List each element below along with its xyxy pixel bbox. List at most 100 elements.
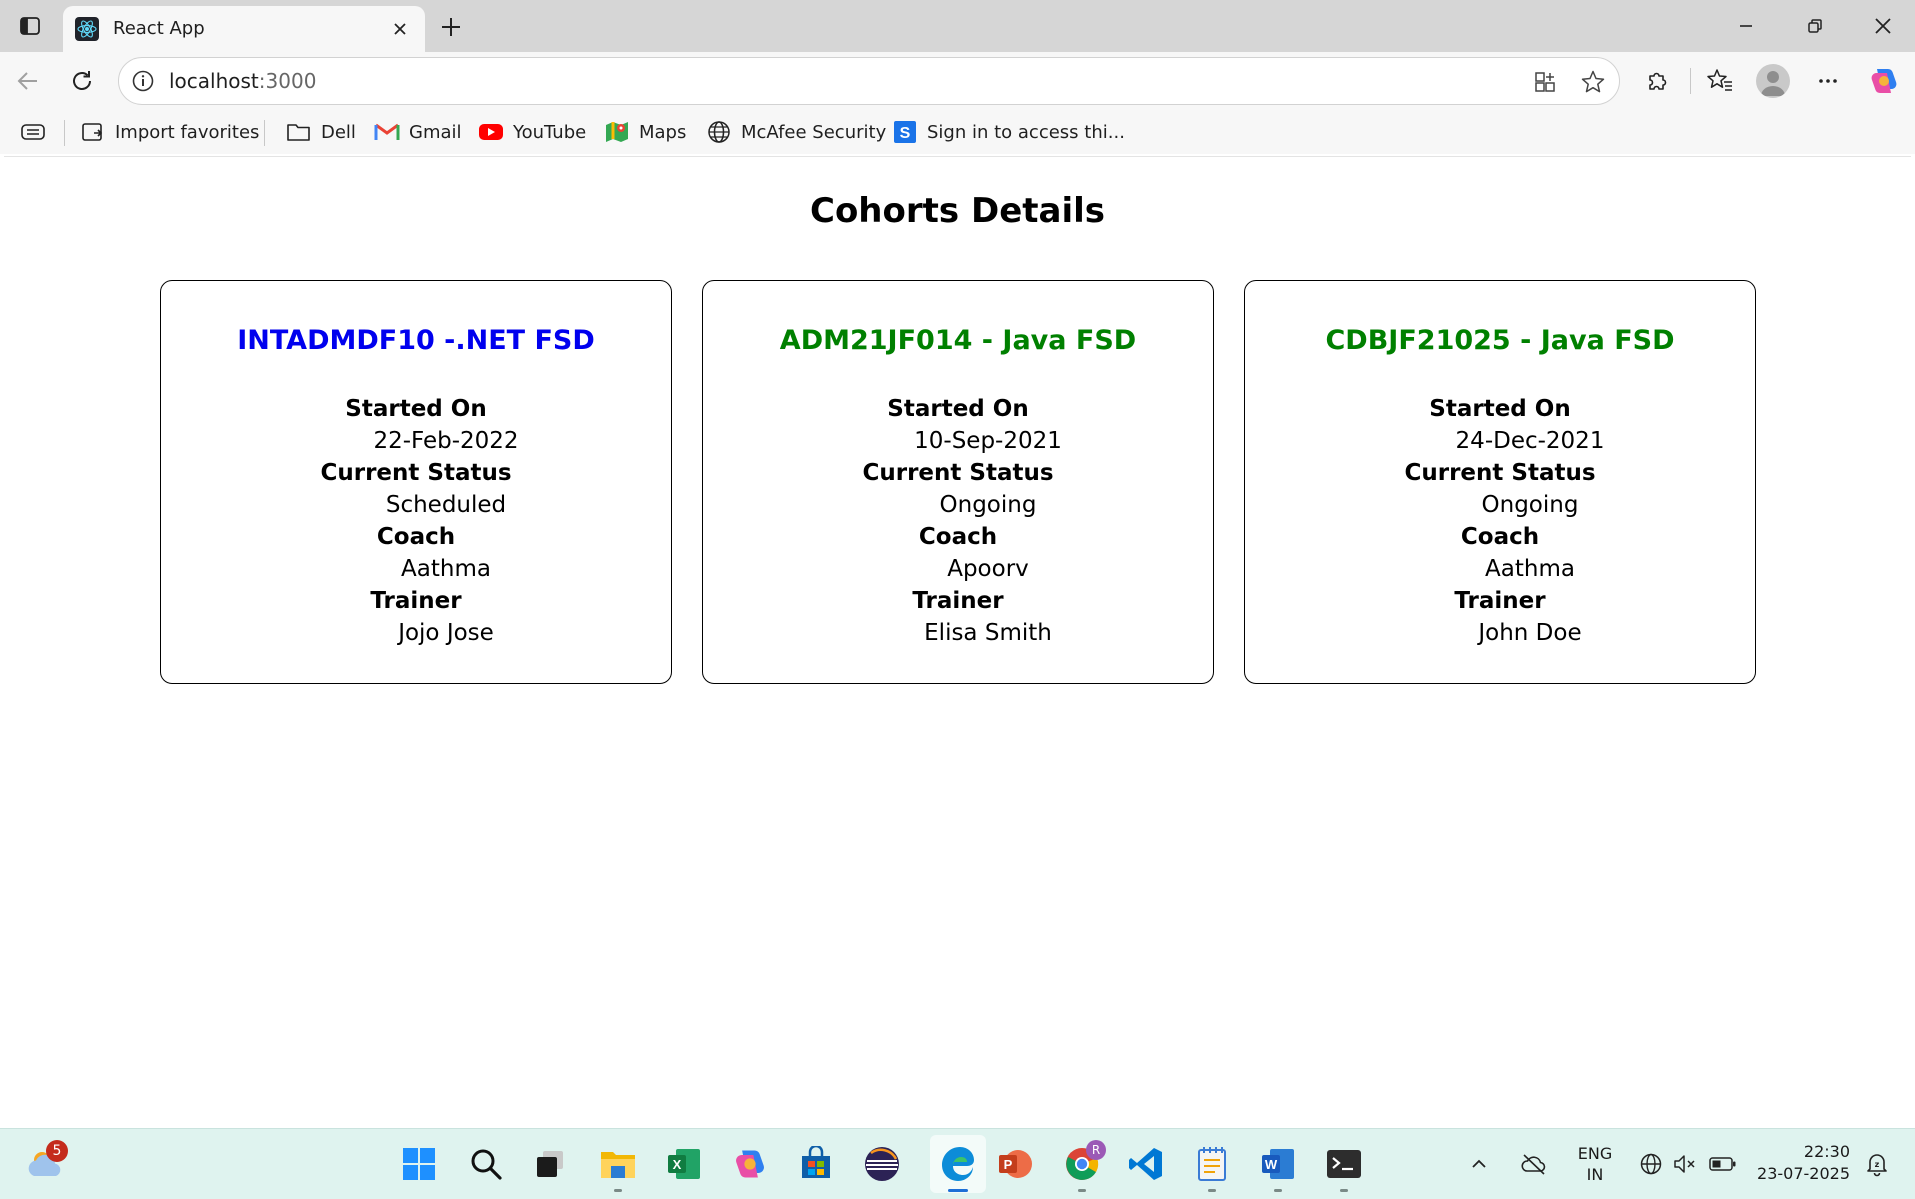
task-view-icon <box>537 1151 563 1177</box>
fav-dell[interactable]: Dell <box>286 118 356 146</box>
favorites-star-list-icon <box>1707 69 1732 91</box>
coach-label: Coach <box>1460 524 1540 550</box>
file-explorer-button[interactable] <box>594 1140 642 1192</box>
sign-in-icon: S <box>892 119 918 145</box>
profile-badge: R <box>1086 1140 1106 1160</box>
restore-button[interactable] <box>1783 6 1847 46</box>
window-close-button[interactable] <box>1851 6 1915 46</box>
url-port: :3000 <box>258 69 317 93</box>
battery-icon <box>1709 1157 1736 1171</box>
browser-tab[interactable]: React App <box>63 6 425 52</box>
arrow-left-icon <box>17 72 37 90</box>
fav-youtube[interactable]: YouTube <box>478 118 586 146</box>
coach-label: Coach <box>918 524 998 550</box>
network-button[interactable] <box>1636 1140 1666 1188</box>
volume-muted-icon <box>1674 1155 1695 1173</box>
copilot-button[interactable] <box>1864 61 1904 101</box>
cloud-offline-icon <box>1521 1154 1546 1175</box>
powerpoint-button[interactable]: P <box>991 1140 1039 1188</box>
puzzle-icon <box>1649 72 1667 90</box>
svg-text:P: P <box>1004 1157 1013 1172</box>
fav-import-favorites[interactable]: Import favorites <box>80 118 259 146</box>
refresh-button[interactable] <box>62 61 102 101</box>
favorites-bar: Import favorites Dell Gmail YouTube Maps… <box>0 110 1915 154</box>
volume-button[interactable] <box>1670 1140 1700 1188</box>
input-language-indicator[interactable]: ENG IN <box>1566 1143 1624 1185</box>
page-viewport: Cohorts Details INTADMDF10 -.NET FSD Sta… <box>4 156 1911 1123</box>
coach-value: Apoorv <box>947 556 1029 582</box>
cohort-name: ADM21JF014 - Java FSD <box>779 325 1137 356</box>
terminal-button[interactable] <box>1320 1140 1368 1192</box>
edge-button[interactable] <box>934 1140 982 1192</box>
youtube-icon <box>478 119 504 145</box>
weather-widget[interactable]: 5 <box>22 1140 70 1188</box>
refresh-icon <box>73 71 91 90</box>
close-icon <box>1875 18 1891 34</box>
minimize-button[interactable] <box>1714 6 1778 46</box>
show-hidden-icons-button[interactable] <box>1464 1140 1494 1188</box>
clock-time: 22:30 <box>1803 1142 1850 1161</box>
trainer-value: John Doe <box>1478 620 1582 646</box>
fav-label: Import favorites <box>115 121 260 143</box>
battery-button[interactable] <box>1706 1140 1740 1188</box>
tab-title: React App <box>113 18 205 39</box>
fav-gmail[interactable]: Gmail <box>374 118 462 146</box>
search-button[interactable] <box>462 1140 510 1188</box>
maps-icon <box>604 119 630 145</box>
fav-label: Maps <box>639 121 687 143</box>
copilot-app-button[interactable] <box>726 1140 774 1188</box>
onedrive-status-button[interactable] <box>1516 1140 1552 1188</box>
excel-button[interactable]: X <box>660 1140 708 1188</box>
fav-label: McAfee Security <box>741 121 887 143</box>
settings-more-button[interactable] <box>1808 61 1848 101</box>
profile-avatar[interactable] <box>1756 64 1790 98</box>
tab-actions-icon <box>20 17 40 35</box>
new-tab-button[interactable] <box>434 10 468 44</box>
current-status-label: Current Status <box>862 460 1054 486</box>
extensions-button[interactable] <box>1638 61 1678 101</box>
tab-actions-button[interactable] <box>14 10 46 42</box>
favorites-bar-menu-button[interactable] <box>20 118 55 146</box>
fav-maps[interactable]: Maps <box>604 118 686 146</box>
more-horizontal-icon <box>1819 79 1837 83</box>
site-info-icon[interactable] <box>131 69 155 93</box>
chrome-button[interactable]: R <box>1058 1140 1106 1192</box>
import-favorites-icon <box>80 119 106 145</box>
tab-close-button[interactable] <box>385 14 415 44</box>
store-icon <box>802 1146 830 1178</box>
notepad-button[interactable] <box>1188 1140 1236 1192</box>
favorites-button[interactable] <box>1700 61 1740 101</box>
address-bar[interactable]: localhost:3000 <box>118 57 1620 105</box>
running-indicator <box>614 1189 622 1192</box>
fav-label: Dell <box>321 121 356 143</box>
cohort-name: INTADMDF10 -.NET FSD <box>237 325 595 356</box>
notifications-button[interactable]: z <box>1860 1140 1894 1188</box>
page-title: Cohorts Details <box>810 191 1105 231</box>
cohort-card: CDBJF21025 - Java FSD Started On 24-Dec-… <box>1244 280 1756 684</box>
url-text[interactable]: localhost:3000 <box>169 69 316 93</box>
back-button[interactable] <box>8 61 48 101</box>
weather-badge: 5 <box>46 1140 68 1162</box>
fav-mcafee-security[interactable]: McAfee Security <box>706 118 886 146</box>
coach-value: Aathma <box>401 556 491 582</box>
eclipse-icon <box>865 1147 899 1181</box>
svg-text:W: W <box>1265 1157 1278 1172</box>
app-available-icon[interactable] <box>1531 68 1559 96</box>
react-icon <box>75 17 99 41</box>
url-host: localhost <box>169 69 259 93</box>
microsoft-store-button[interactable] <box>792 1140 840 1188</box>
task-view-button[interactable] <box>526 1140 574 1188</box>
navigation-bar: localhost:3000 <box>0 52 1915 110</box>
start-button[interactable] <box>395 1140 443 1188</box>
fav-sign-in[interactable]: S Sign in to access thi... <box>892 118 1125 146</box>
eclipse-button[interactable] <box>858 1140 906 1188</box>
cohort-details: Started On 10-Sep-2021 Current Status On… <box>703 393 1213 649</box>
clock[interactable]: 22:30 23-07-2025 <box>1752 1141 1850 1185</box>
add-favorite-star-icon[interactable] <box>1579 68 1607 96</box>
vscode-button[interactable] <box>1122 1140 1170 1188</box>
word-button[interactable]: W <box>1254 1140 1302 1192</box>
favbar-separator <box>264 120 265 146</box>
started-on-value: 24-Dec-2021 <box>1455 428 1605 454</box>
current-status-label: Current Status <box>320 460 512 486</box>
chevron-up-icon <box>1472 1159 1486 1168</box>
